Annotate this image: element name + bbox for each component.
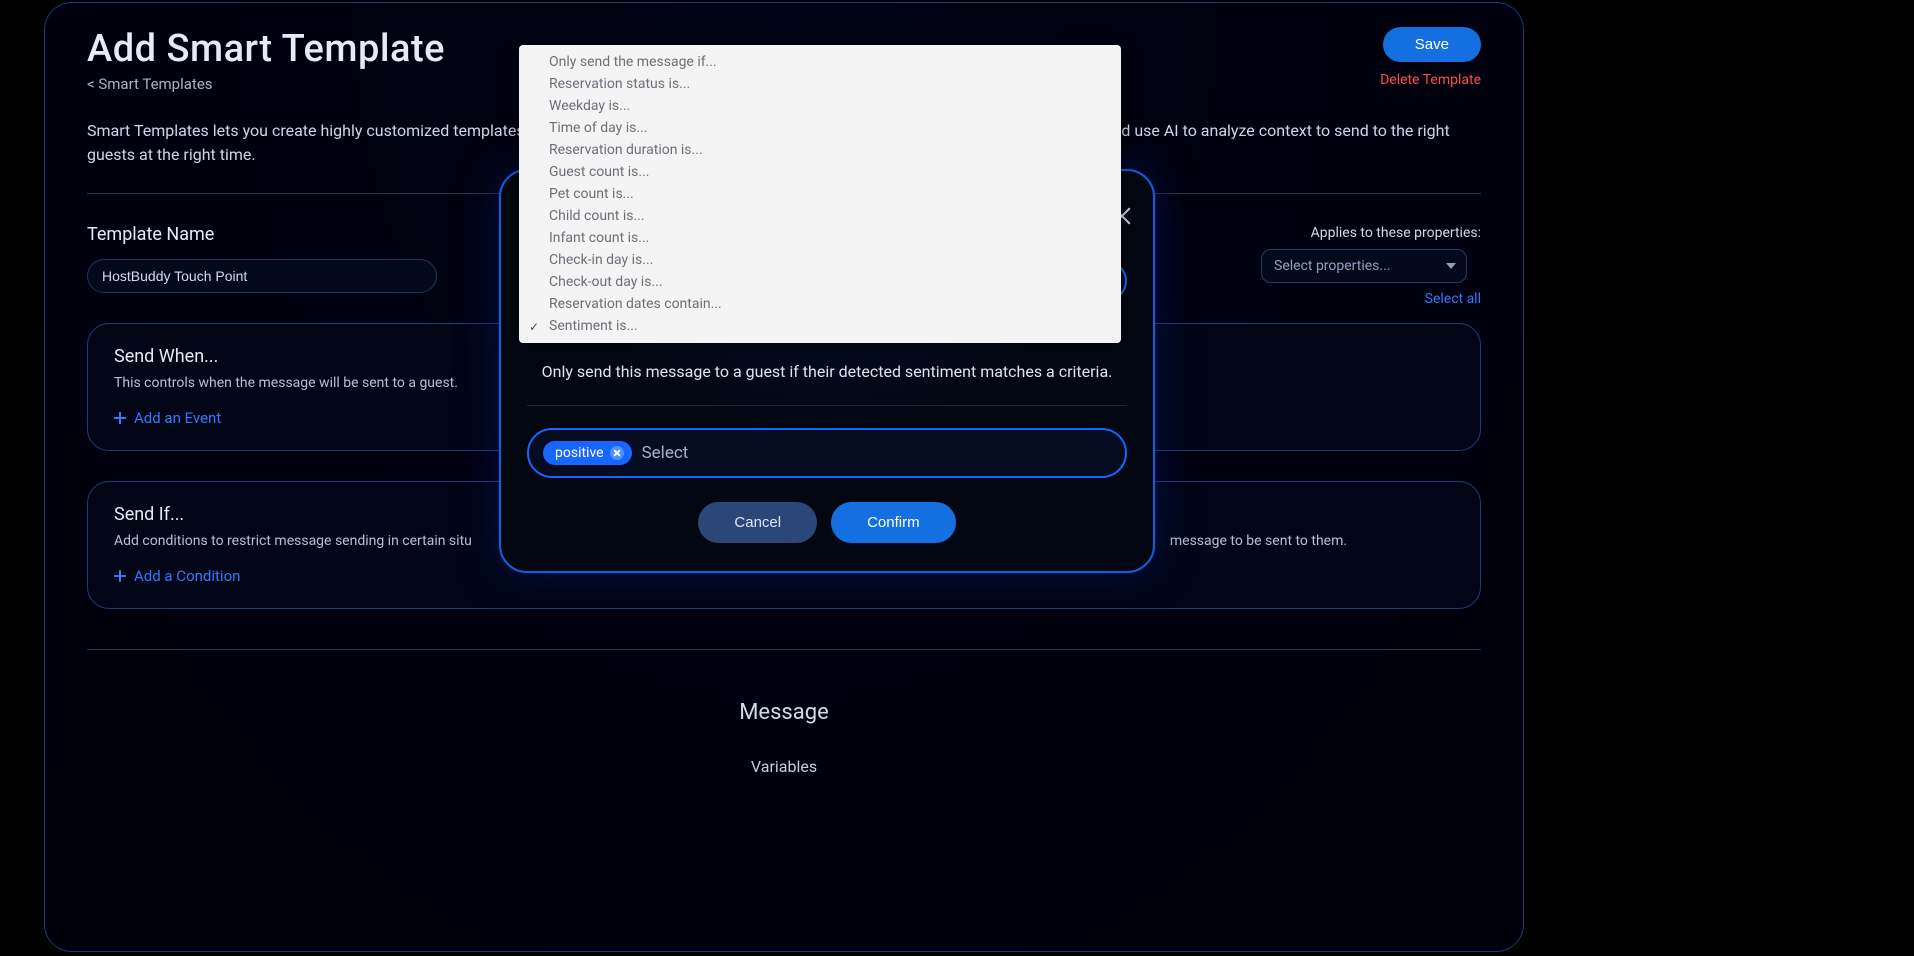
breadcrumb[interactable]: < Smart Templates: [87, 75, 213, 93]
dropdown-option[interactable]: Weekday is...: [519, 95, 1121, 117]
dropdown-option[interactable]: Time of day is...: [519, 117, 1121, 139]
plus-icon: [114, 412, 126, 424]
dropdown-option[interactable]: Check-in day is...: [519, 249, 1121, 271]
condition-description: Only send this message to a guest if the…: [527, 362, 1127, 381]
template-name-input[interactable]: [87, 259, 437, 293]
properties-select[interactable]: Select properties...: [1261, 249, 1467, 283]
dropdown-option[interactable]: Infant count is...: [519, 227, 1121, 249]
condition-type-dropdown: Only send the message if...Reservation s…: [519, 45, 1121, 343]
dropdown-option[interactable]: Only send the message if...: [519, 51, 1121, 73]
sentiment-chip: positive: [543, 441, 632, 465]
add-condition-label: Add a Condition: [134, 567, 240, 585]
sentiment-multiselect[interactable]: positive Select: [527, 428, 1127, 478]
multiselect-placeholder: Select: [642, 443, 689, 463]
add-event-button[interactable]: Add an Event: [114, 409, 221, 427]
divider: [527, 405, 1127, 406]
cancel-button[interactable]: Cancel: [698, 502, 817, 543]
chip-remove-icon[interactable]: [610, 446, 624, 460]
properties-placeholder: Select properties...: [1274, 258, 1390, 274]
message-heading: Message: [87, 700, 1481, 725]
variables-heading: Variables: [87, 757, 1481, 776]
dropdown-option[interactable]: Child count is...: [519, 205, 1121, 227]
dropdown-option[interactable]: Guest count is...: [519, 161, 1121, 183]
divider: [87, 649, 1481, 650]
sentiment-chip-label: positive: [555, 445, 604, 461]
dropdown-option[interactable]: Pet count is...: [519, 183, 1121, 205]
delete-template-button[interactable]: Delete Template: [1380, 72, 1481, 88]
dropdown-option[interactable]: Reservation duration is...: [519, 139, 1121, 161]
save-button[interactable]: Save: [1383, 27, 1481, 62]
add-event-label: Add an Event: [134, 409, 221, 427]
add-condition-button[interactable]: Add a Condition: [114, 567, 240, 585]
select-all-button[interactable]: Select all: [1261, 291, 1481, 307]
plus-icon: [114, 570, 126, 582]
dropdown-option[interactable]: Sentiment is...: [519, 315, 1121, 337]
properties-label: Applies to these properties:: [1261, 225, 1481, 241]
confirm-button[interactable]: Confirm: [831, 502, 956, 543]
dropdown-option[interactable]: Reservation dates contain...: [519, 293, 1121, 315]
dropdown-option[interactable]: Check-out day is...: [519, 271, 1121, 293]
dropdown-option[interactable]: Reservation status is...: [519, 73, 1121, 95]
